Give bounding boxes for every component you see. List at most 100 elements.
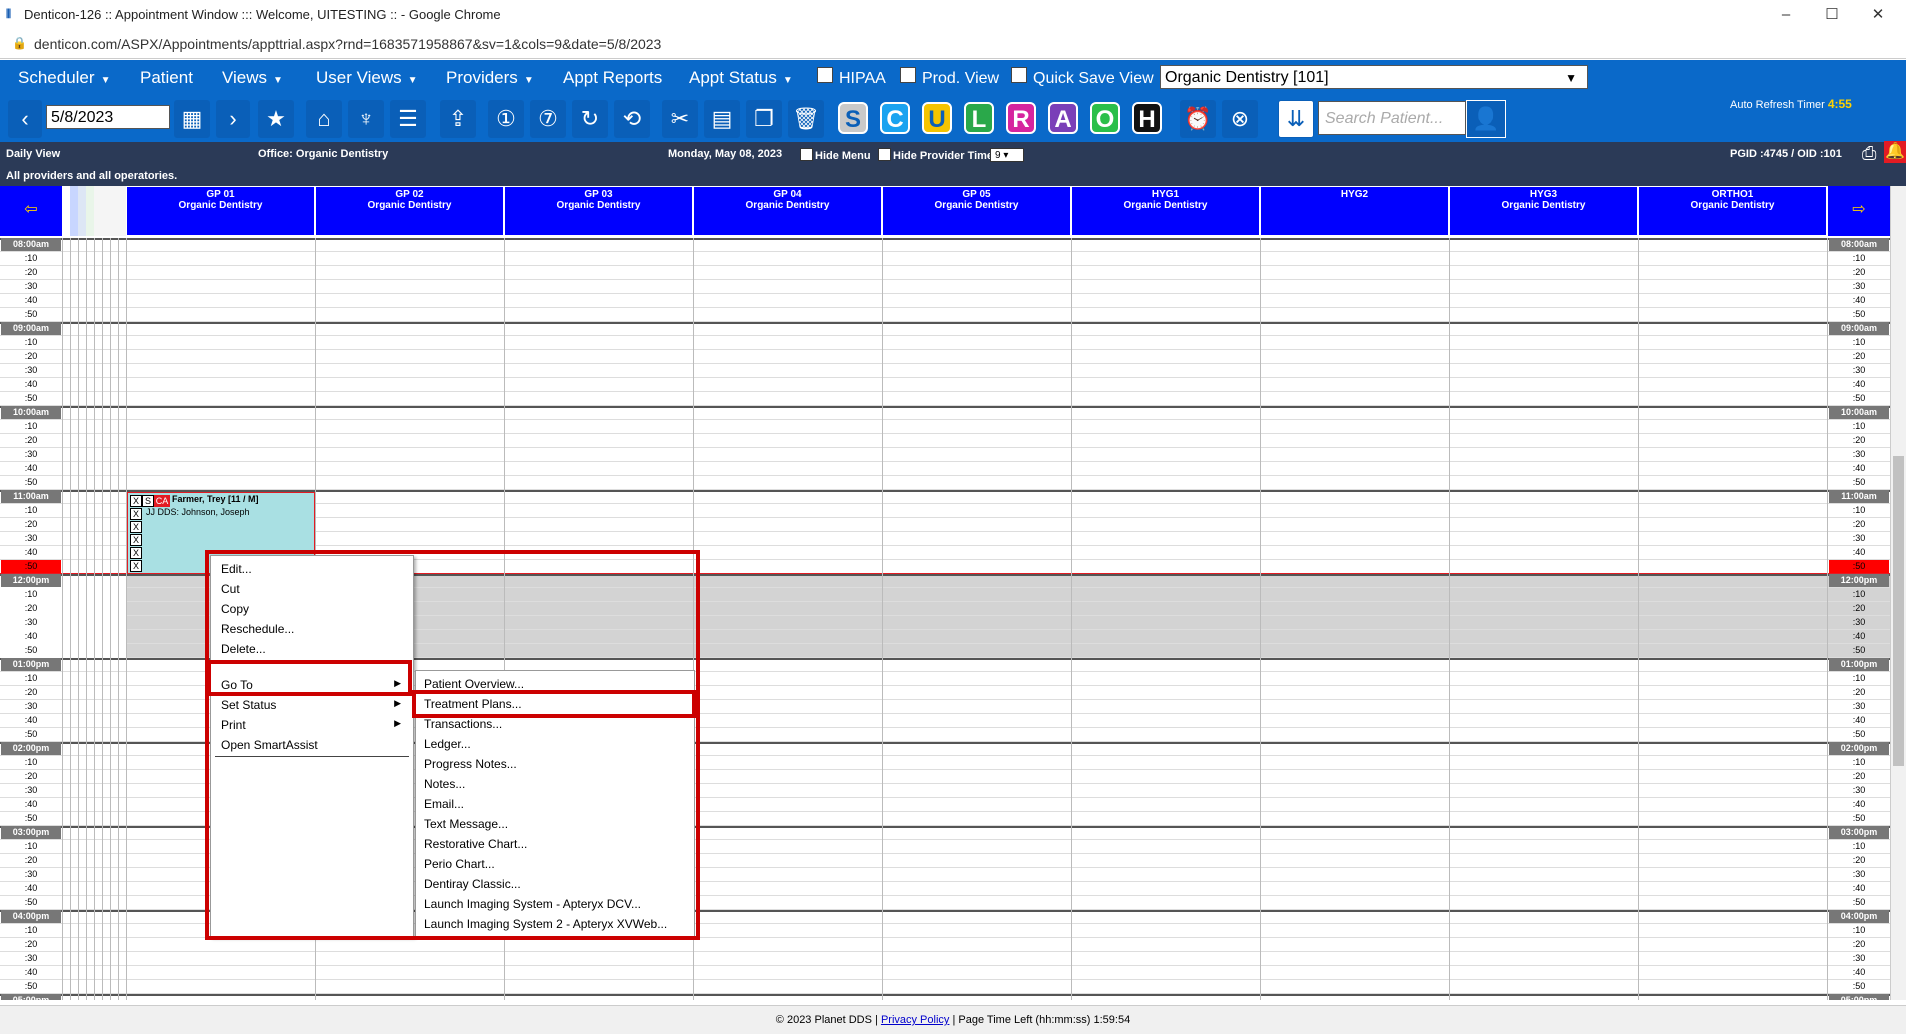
time-slot-row[interactable]: :40:40 <box>0 294 1890 308</box>
maximize-button[interactable]: ☐ <box>1812 4 1852 26</box>
provider-header[interactable]: GP 03 Organic Dentistry <box>504 186 693 236</box>
time-label: :50 <box>1852 813 1866 823</box>
alert-bell-icon[interactable]: 🔔 <box>1884 141 1906 163</box>
time-slot-row[interactable]: :30:30 <box>0 448 1890 462</box>
time-label: :50 <box>1852 729 1866 739</box>
time-slot-row[interactable]: :20:20 <box>0 266 1890 280</box>
trash-icon[interactable]: 🗑 <box>788 100 824 138</box>
status-letter-button[interactable]: R <box>1006 102 1036 134</box>
time-slot-row[interactable]: :50:50 <box>0 392 1890 406</box>
hide-provider-time-checkbox[interactable] <box>878 148 891 161</box>
time-slot-row[interactable]: 10:00am 10:00am <box>0 406 1890 420</box>
search-patient-icon[interactable]: 👤 <box>1466 100 1506 138</box>
menu-appt-reports[interactable]: Appt Reports <box>563 68 662 88</box>
provider-header[interactable]: ORTHO1 Organic Dentistry <box>1638 186 1827 236</box>
provider-header[interactable]: HYG1 Organic Dentistry <box>1071 186 1260 236</box>
menu-providers[interactable]: Providers ▼ <box>446 68 534 88</box>
auto-refresh-label: Auto Refresh Timer <box>1730 99 1825 111</box>
status-letter-button[interactable]: S <box>838 102 868 134</box>
time-label: :50 <box>24 477 38 487</box>
provider-office: Organic Dentistry <box>1123 200 1208 211</box>
url-text[interactable]: denticon.com/ASPX/Appointments/appttrial… <box>34 36 661 52</box>
status-letter-button[interactable]: O <box>1090 102 1120 134</box>
refresh-icon[interactable]: ↻ <box>572 100 608 138</box>
cut-icon[interactable]: ✂ <box>662 100 698 138</box>
status-letter-button[interactable]: H <box>1132 102 1162 134</box>
menu-user-views[interactable]: User Views ▼ <box>316 68 418 88</box>
provider-header[interactable]: GP 01 Organic Dentistry <box>126 186 315 236</box>
time-label: :50 <box>24 729 38 739</box>
provider-header[interactable]: GP 05 Organic Dentistry <box>882 186 1071 236</box>
status-letter-button[interactable]: U <box>922 102 952 134</box>
hide-menu-checkbox[interactable] <box>800 148 813 161</box>
home-icon[interactable]: ⌂ <box>306 100 342 138</box>
print-icon[interactable]: ⎙ <box>1862 143 1876 164</box>
time-slot-row[interactable]: :30:30 <box>0 280 1890 294</box>
provider-header[interactable]: GP 02 Organic Dentistry <box>315 186 504 236</box>
interval-select[interactable]: 9 ▾ <box>990 148 1024 162</box>
date-input[interactable]: 5/8/2023 <box>46 105 170 129</box>
time-label: 11:00am <box>1 490 61 503</box>
provider-header[interactable]: GP 04 Organic Dentistry <box>693 186 882 236</box>
time-slot-row[interactable]: :30:30 <box>0 952 1890 966</box>
calendar-icon[interactable]: ▦ <box>174 100 210 138</box>
document-icon[interactable]: ▤ <box>704 100 740 138</box>
time-slot-row[interactable]: :40:40 <box>0 966 1890 980</box>
minimize-button[interactable]: – <box>1766 4 1806 26</box>
time-slot-row[interactable]: :20:20 <box>0 350 1890 364</box>
menu-appt-status[interactable]: Appt Status ▼ <box>689 68 793 88</box>
time-label: :40 <box>1852 295 1866 305</box>
menu-patient[interactable]: Patient <box>140 68 193 88</box>
calendar-cancel-icon[interactable]: ⊗ <box>1222 100 1258 138</box>
time-slot-row[interactable]: :10:10 <box>0 252 1890 266</box>
privacy-policy-link[interactable]: Privacy Policy <box>881 1014 949 1026</box>
sync-icon[interactable]: ⟲ <box>614 100 650 138</box>
next-day-button[interactable]: › <box>216 100 250 138</box>
time-slot-row[interactable]: :30:30 <box>0 364 1890 378</box>
message-icon[interactable]: ☰ <box>390 100 426 138</box>
calendar-1-icon[interactable]: ① <box>488 100 524 138</box>
grid-column-line <box>118 238 119 1000</box>
time-slot-row[interactable]: :50:50 <box>0 476 1890 490</box>
time-slot-row[interactable]: :10:10 <box>0 336 1890 350</box>
time-label: :10 <box>24 925 38 935</box>
prod-view-checkbox[interactable] <box>900 67 916 83</box>
prev-day-button[interactable]: ‹ <box>8 100 42 138</box>
quick-save-view-checkbox[interactable] <box>1011 67 1027 83</box>
vertical-scrollbar[interactable] <box>1890 186 1906 1000</box>
hipaa-checkbox[interactable] <box>817 67 833 83</box>
address-bar[interactable]: 🔒 denticon.com/ASPX/Appointments/appttri… <box>0 30 1906 59</box>
time-slot-row[interactable]: :40:40 <box>0 378 1890 392</box>
calendar-7-icon[interactable]: ⑦ <box>530 100 566 138</box>
status-letter-button[interactable]: L <box>964 102 994 134</box>
tooth-icon[interactable]: ♆ <box>348 100 384 138</box>
time-slot-row[interactable]: :20:20 <box>0 938 1890 952</box>
time-slot-row[interactable]: 05:00pm 05:00pm <box>0 994 1890 1000</box>
view-select[interactable]: Organic Dentistry [101] ▼ <box>1160 65 1588 89</box>
time-slot-row[interactable]: :20:20 <box>0 434 1890 448</box>
upload-icon[interactable]: ⇪ <box>440 100 476 138</box>
provider-header[interactable]: HYG2 <box>1260 186 1449 236</box>
search-patient-input[interactable]: Search Patient... <box>1318 101 1466 135</box>
menu-scheduler[interactable]: Scheduler ▼ <box>18 68 110 88</box>
time-slot-row[interactable]: :40:40 <box>0 462 1890 476</box>
time-slot-row[interactable]: :10:10 <box>0 420 1890 434</box>
status-letter-button[interactable]: A <box>1048 102 1078 134</box>
menu-views[interactable]: Views ▼ <box>222 68 283 88</box>
time-slot-row[interactable]: 09:00am 09:00am <box>0 322 1890 336</box>
provider-header[interactable]: HYG3 Organic Dentistry <box>1449 186 1638 236</box>
scrollbar-thumb[interactable] <box>1893 456 1904 766</box>
copy-icon[interactable]: ❐ <box>746 100 782 138</box>
expand-down-icon[interactable]: ⇊ <box>1278 100 1314 138</box>
time-label: :30 <box>1852 701 1866 711</box>
status-letter-button[interactable]: C <box>880 102 910 134</box>
time-slot-row[interactable]: :50:50 <box>0 980 1890 994</box>
time-slot-row[interactable]: :50:50 <box>0 308 1890 322</box>
scroll-right-arrow[interactable]: ⇨ <box>1828 186 1890 236</box>
appt-row-box: X <box>130 521 142 533</box>
scroll-left-arrow[interactable]: ⇦ <box>0 186 62 236</box>
calendar-alert-icon[interactable]: ⏰ <box>1180 100 1216 138</box>
favorite-calendar-icon[interactable]: ★ <box>258 100 294 138</box>
time-slot-row[interactable]: 08:00am 08:00am <box>0 238 1890 252</box>
close-button[interactable]: ✕ <box>1858 4 1898 26</box>
